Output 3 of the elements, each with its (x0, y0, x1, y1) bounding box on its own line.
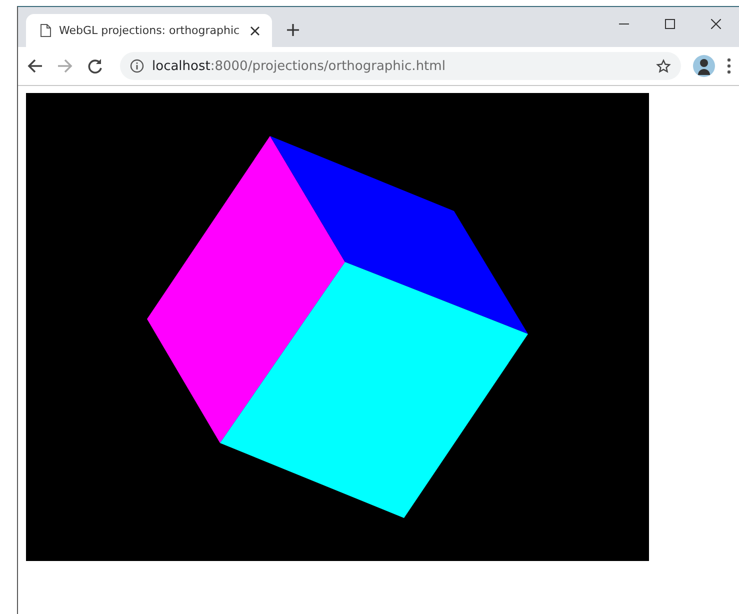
browser-tab[interactable]: WebGL projections: orthographic (26, 14, 272, 47)
address-bar[interactable]: localhost:8000/projections/orthographic.html (120, 52, 681, 80)
url-text: localhost:8000/projections/orthographic.html (152, 58, 446, 74)
